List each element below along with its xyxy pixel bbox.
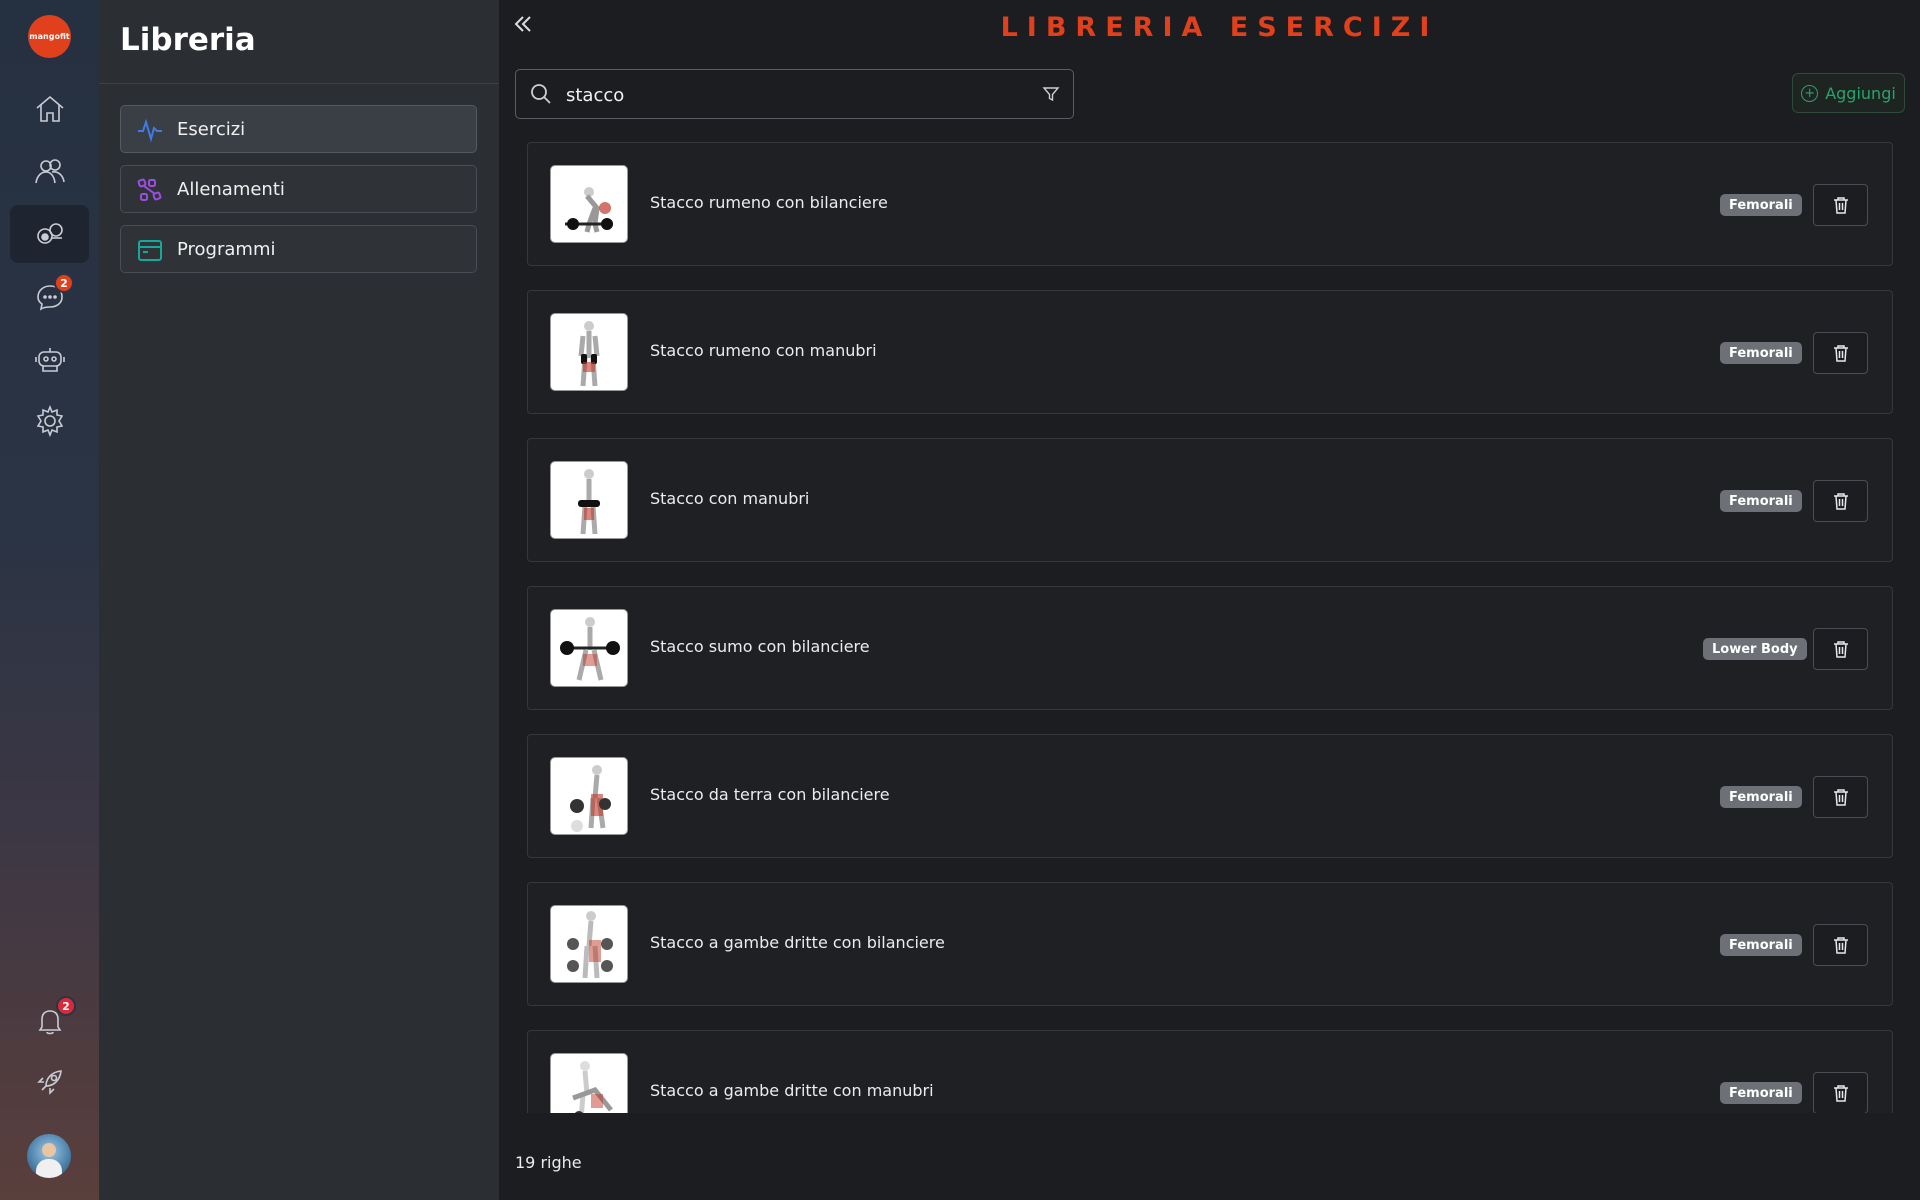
- upgrade-button[interactable]: [10, 1053, 89, 1111]
- library-item-label: Allenamenti: [177, 178, 285, 200]
- exercise-row[interactable]: Stacco a gambe dritte con manubri Femora…: [527, 1030, 1893, 1113]
- library-item-label: Programmi: [177, 238, 276, 260]
- pulse-icon: [138, 118, 162, 143]
- avatar[interactable]: [27, 1134, 71, 1178]
- library-title: Libreria: [120, 22, 256, 58]
- trash-icon: [1833, 345, 1848, 362]
- exercise-name: Stacco da terra con bilanciere: [650, 785, 890, 804]
- filter-icon[interactable]: [1042, 85, 1060, 103]
- exercise-name: Stacco rumeno con manubri: [650, 341, 877, 360]
- delete-button[interactable]: [1813, 1072, 1868, 1113]
- exercise-name: Stacco a gambe dritte con manubri: [650, 1081, 934, 1100]
- exercise-row[interactable]: Stacco da terra con bilanciere Femorali: [527, 734, 1893, 858]
- add-button-label: Aggiungi: [1825, 83, 1896, 103]
- library-item-allenamenti[interactable]: Allenamenti: [120, 165, 477, 213]
- library-item-programmi[interactable]: Programmi: [120, 225, 477, 273]
- library-item-esercizi[interactable]: Esercizi: [120, 105, 477, 153]
- trash-icon: [1833, 1085, 1848, 1102]
- robot-icon: [34, 348, 65, 372]
- chat-badge: 2: [54, 273, 74, 293]
- muscle-tag: Femorali: [1720, 490, 1802, 512]
- exercise-row[interactable]: Stacco a gambe dritte con bilanciere Fem…: [527, 882, 1893, 1006]
- search-input[interactable]: [566, 80, 1006, 110]
- library-icon: [36, 223, 63, 244]
- exercise-name: Stacco a gambe dritte con bilanciere: [650, 933, 945, 952]
- muscle-tag: Femorali: [1720, 342, 1802, 364]
- library-button[interactable]: [10, 205, 89, 263]
- trash-icon: [1833, 493, 1848, 510]
- assistant-button[interactable]: [10, 330, 89, 388]
- delete-button[interactable]: [1813, 332, 1868, 374]
- muscle-tag: Femorali: [1720, 194, 1802, 216]
- exercise-name: Stacco sumo con bilanciere: [650, 637, 870, 656]
- exercise-list: Stacco rumeno con bilanciere Femorali St…: [499, 130, 1920, 1113]
- dumbbell-icon: [137, 178, 162, 201]
- calendar-icon: [138, 240, 162, 261]
- exercise-thumbnail: [550, 609, 628, 687]
- delete-button[interactable]: [1813, 924, 1868, 966]
- exercise-thumbnail: [550, 313, 628, 391]
- exercise-name: Stacco rumeno con bilanciere: [650, 193, 888, 212]
- exercise-row[interactable]: Stacco rumeno con bilanciere Femorali: [527, 142, 1893, 266]
- divider: [99, 83, 499, 84]
- exercise-thumbnail: [550, 461, 628, 539]
- settings-icon: [36, 404, 63, 438]
- muscle-tag: Femorali: [1720, 1082, 1802, 1104]
- clients-button[interactable]: [10, 142, 89, 200]
- clients-icon: [34, 159, 65, 184]
- home-icon: [35, 95, 64, 122]
- notifications-badge: 2: [56, 996, 76, 1016]
- exercise-thumbnail: [550, 165, 628, 243]
- search-box: [515, 69, 1074, 119]
- delete-button[interactable]: [1813, 184, 1868, 226]
- library-item-label: Esercizi: [177, 118, 246, 140]
- delete-button[interactable]: [1813, 776, 1868, 818]
- row-count: 19 righe: [515, 1153, 582, 1172]
- exercise-name: Stacco con manubri: [650, 489, 810, 508]
- muscle-tag: Lower Body: [1703, 638, 1807, 660]
- chat-button[interactable]: 2: [10, 268, 89, 326]
- exercise-row[interactable]: Stacco rumeno con manubri Femorali: [527, 290, 1893, 414]
- main-area: LIBRERIA ESERCIZI + Aggiungi Stacco rume…: [499, 0, 1920, 1200]
- exercise-row[interactable]: Stacco con manubri Femorali: [527, 438, 1893, 562]
- rocket-icon: [36, 1070, 62, 1095]
- home-button[interactable]: [10, 80, 89, 138]
- trash-icon: [1833, 197, 1848, 214]
- trash-icon: [1833, 937, 1848, 954]
- add-exercise-button[interactable]: + Aggiungi: [1792, 73, 1905, 113]
- page-title: LIBRERIA ESERCIZI: [1000, 12, 1439, 43]
- muscle-tag: Femorali: [1720, 786, 1802, 808]
- exercise-thumbnail: [550, 905, 628, 983]
- app-logo[interactable]: mangofit: [28, 15, 71, 58]
- trash-icon: [1833, 641, 1848, 658]
- library-panel: Libreria Esercizi Allenamenti Programmi: [99, 0, 499, 1200]
- icon-rail: mangofit 2 2: [0, 0, 99, 1200]
- logo-text: mangofit: [29, 32, 70, 41]
- exercise-thumbnail: [550, 1053, 628, 1113]
- exercise-thumbnail: [550, 757, 628, 835]
- delete-button[interactable]: [1813, 628, 1868, 670]
- muscle-tag: Femorali: [1720, 934, 1802, 956]
- plus-circle-icon: +: [1801, 84, 1819, 102]
- search-icon: [531, 84, 551, 104]
- settings-button[interactable]: [10, 392, 89, 450]
- exercise-row[interactable]: Stacco sumo con bilanciere Lower Body: [527, 586, 1893, 710]
- trash-icon: [1833, 789, 1848, 806]
- delete-button[interactable]: [1813, 480, 1868, 522]
- notifications-button[interactable]: 2: [10, 992, 89, 1050]
